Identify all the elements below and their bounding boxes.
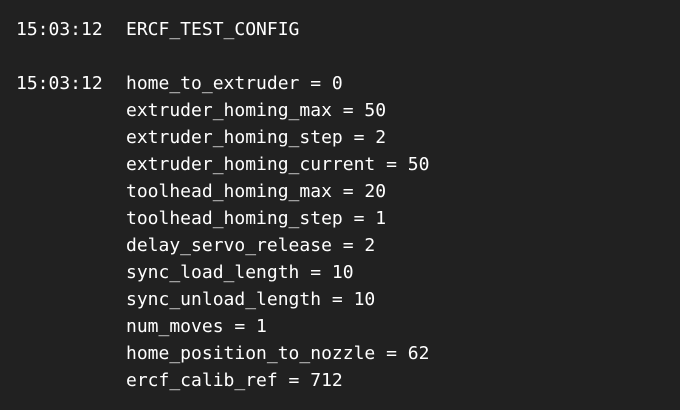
console-line: extruder_homing_current = 50 bbox=[16, 151, 680, 178]
config-line: home_position_to_nozzle = 62 bbox=[126, 343, 430, 364]
timestamp: 15:03:12 bbox=[16, 19, 103, 40]
console-line: extruder_homing_max = 50 bbox=[16, 97, 680, 124]
console-line: sync_load_length = 10 bbox=[16, 259, 680, 286]
config-line: extruder_homing_step = 2 bbox=[126, 127, 387, 148]
config-line: ercf_calib_ref = 712 bbox=[126, 370, 343, 391]
console-entry: 15:03:12 home_to_extruder = 0 extruder_h… bbox=[16, 70, 680, 394]
config-line: toolhead_homing_step = 1 bbox=[126, 208, 387, 229]
timestamp: 15:03:12 bbox=[16, 73, 103, 94]
console-line: extruder_homing_step = 2 bbox=[16, 124, 680, 151]
command-text: ERCF_TEST_CONFIG bbox=[126, 19, 300, 40]
config-line: delay_servo_release = 2 bbox=[126, 235, 376, 256]
console-output: 15:03:12 ERCF_TEST_CONFIG 15:03:12 home_… bbox=[16, 16, 680, 410]
config-line: sync_unload_length = 10 bbox=[126, 289, 376, 310]
console-line: delay_servo_release = 2 bbox=[16, 232, 680, 259]
config-line: toolhead_homing_max = 20 bbox=[126, 181, 387, 202]
console-line: 15:03:12 ERCF_TEST_CONFIG bbox=[16, 16, 680, 43]
config-line: extruder_homing_current = 50 bbox=[126, 154, 430, 175]
config-line: home_to_extruder = 0 bbox=[126, 73, 343, 94]
console-line: toolhead_homing_max = 20 bbox=[16, 178, 680, 205]
console-line: num_moves = 1 bbox=[16, 313, 680, 340]
console-entry: 15:03:12 ERCF_TEST_CONFIG bbox=[16, 16, 680, 43]
console-line: ercf_calib_ref = 712 bbox=[16, 367, 680, 394]
config-line: sync_load_length = 10 bbox=[126, 262, 354, 283]
console-line: home_position_to_nozzle = 62 bbox=[16, 340, 680, 367]
console-line: sync_unload_length = 10 bbox=[16, 286, 680, 313]
config-line: extruder_homing_max = 50 bbox=[126, 100, 387, 121]
console-line: toolhead_homing_step = 1 bbox=[16, 205, 680, 232]
console-line: 15:03:12 home_to_extruder = 0 bbox=[16, 70, 680, 97]
config-line: num_moves = 1 bbox=[126, 316, 267, 337]
